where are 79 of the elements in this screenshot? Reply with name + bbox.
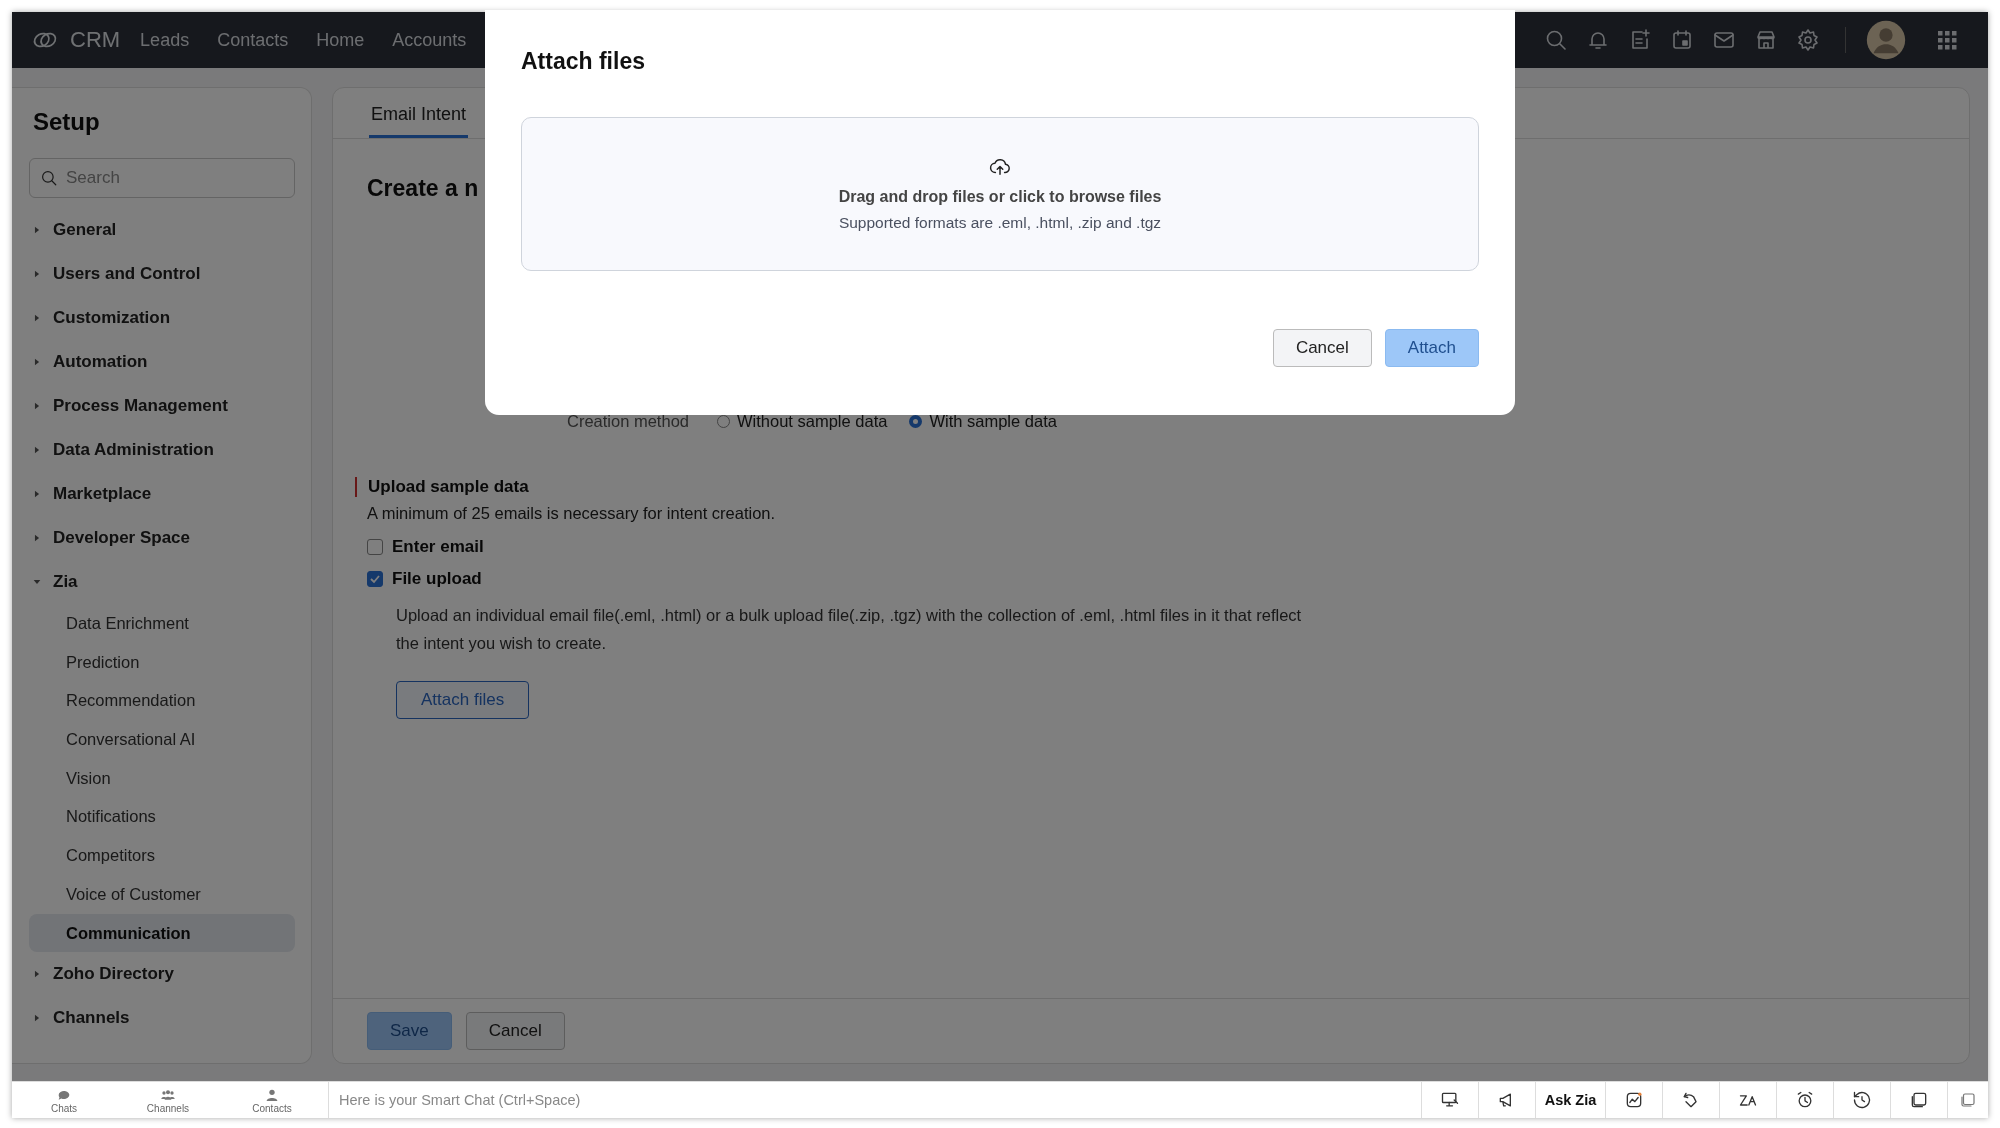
sidebar-item[interactable]: Users and Control [29,252,295,296]
sidebar-subitem[interactable]: Recommendation [29,681,295,721]
dock-app-label: Channels [146,1102,190,1114]
section-title: Upload sample data [355,477,529,497]
sidebar-subitem[interactable]: Vision [29,758,295,798]
drop-zone[interactable]: Drag and drop files or click to browse files Supported formats are .eml, .html, .zip and .tgz [521,117,1479,271]
description-text: Upload an individual email file(.eml, .html) or a bulk upload file(.zip, .tgz) with the collection of .eml, .html files in it that reflect the intent you wish to create. [396,605,1303,654]
dock-app[interactable]: Channels [116,1086,220,1114]
sidebar-item-label[interactable]: Process Management [53,396,228,416]
checkbox-label[interactable]: Enter email [392,537,484,557]
sidebar-item-label[interactable]: General [53,220,117,240]
sidebar-item-label[interactable]: Automation [53,352,148,372]
sidebar-item[interactable]: Data Administration [29,428,295,472]
sidebar-subitem[interactable]: Prediction [29,642,295,682]
sidebar-item-label[interactable]: Developer Space [53,528,190,548]
checkbox[interactable] [367,571,383,587]
search-field[interactable]: Search [29,158,295,198]
sidebar-item-label[interactable]: Users and Control [53,264,201,284]
sidebar-subitem[interactable]: Notifications [29,797,295,837]
drop-zone-hint: Supported formats are .eml, .html, .zip and .tgz [838,214,1162,232]
cancel-button[interactable]: Cancel [465,1012,565,1050]
dock-app-label: Chats [50,1102,78,1114]
sidebar-subitem[interactable]: Competitors [29,836,295,875]
nav-tab[interactable]: Home [316,25,365,55]
checkbox[interactable] [367,539,383,555]
sidebar-item[interactable]: Customization [29,296,295,340]
tab[interactable]: Email Intent [369,104,469,138]
sidebar-title: Setup [33,108,101,136]
field-label: Creation method [567,412,689,431]
avatar-icon[interactable] [1866,20,1906,60]
attach-files-button[interactable]: Attach files [396,681,530,719]
store-icon[interactable] [1754,28,1778,52]
dialog-title: Attach files [521,48,646,75]
checkmark-icon [369,573,381,585]
dock-app[interactable]: Contacts [220,1086,324,1114]
sidebar-subitem[interactable]: Data Enrichment [29,604,295,643]
nav-tab[interactable]: Leads [140,25,190,55]
history-icon[interactable] [1852,1090,1872,1110]
sidebar-item[interactable]: Automation [29,340,295,384]
smart-chat-field[interactable]: Here is your Smart Chat (Ctrl+Space) [328,1082,1421,1118]
sidebar-subitem[interactable]: Voice of Customer [29,874,295,914]
sidebar-item[interactable]: Zoho Directory [29,952,295,997]
sidebar-item-label[interactable]: Marketplace [53,484,152,504]
brand-name[interactable]: CRM [70,27,121,53]
sidebar-item-label[interactable]: Zoho Directory [53,964,174,985]
sidebar-subitem[interactable]: Communication [29,913,295,953]
cancel-button[interactable]: Cancel [1272,329,1372,367]
checkbox-label[interactable]: File upload [392,569,482,589]
sidebar-item-label[interactable]: Data Administration [53,440,214,460]
page-heading: Create a n [367,175,479,202]
nav-tab[interactable]: Accounts [392,25,467,55]
sidebar-subitem[interactable]: Conversational AI [29,720,295,759]
alarm-clock-icon[interactable] [1795,1090,1815,1110]
calendar-icon[interactable] [1670,28,1694,52]
apps-grid-icon[interactable] [1935,28,1959,52]
sidebar-item[interactable]: Zia [29,560,295,604]
sidebar-item[interactable]: Channels [29,996,295,1041]
ask-zia-button[interactable]: Ask Zia [1535,1082,1605,1118]
sidebar-item-label[interactable]: Customization [53,308,171,328]
sidebar-item-label[interactable]: Channels [53,1008,130,1029]
drop-zone-text: Drag and drop files or click to browse files [838,188,1162,206]
nav-tab[interactable]: Contacts [217,25,289,55]
sidebar-item[interactable]: Marketplace [29,472,295,516]
radio-label[interactable]: Without sample data [737,412,888,431]
monitor-icon[interactable] [1440,1090,1460,1110]
dock-app[interactable]: Chats [12,1086,116,1114]
sidebar-item[interactable]: Process Management [29,384,295,428]
settings-icon[interactable] [1796,28,1820,52]
layers-icon[interactable] [1909,1090,1929,1110]
helper-text: A minimum of 25 emails is necessary for intent creation. [367,504,776,523]
search-icon [40,169,58,187]
dock-app-label: Contacts [252,1102,292,1114]
search-icon[interactable] [1544,28,1568,52]
chart-badge-icon[interactable] [1624,1090,1644,1110]
sidebar-item-label[interactable]: Zia [53,572,78,592]
radio-label[interactable]: With sample data [929,412,1057,431]
sidebar-item[interactable]: Developer Space [29,516,295,560]
cloud-upload-icon [989,156,1011,178]
sidebar-item[interactable]: General [29,208,295,252]
